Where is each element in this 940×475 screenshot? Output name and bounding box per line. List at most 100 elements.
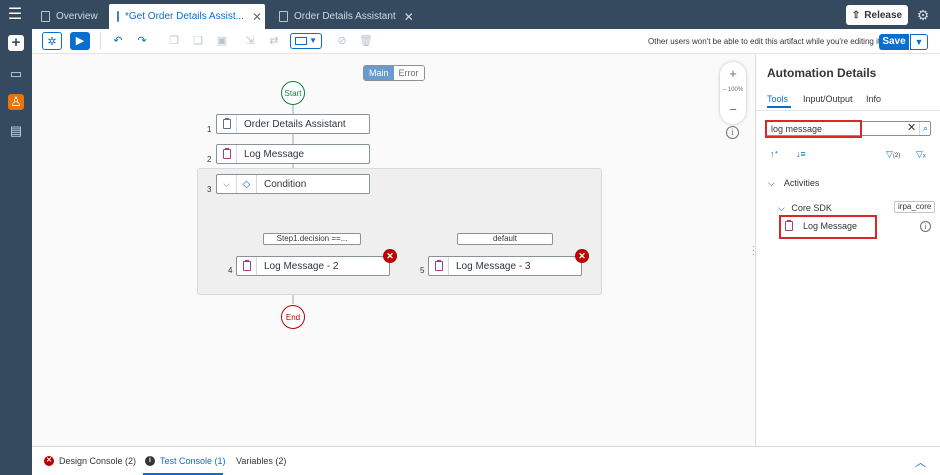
tab-design-console[interactable]: ✕ Design Console (2) — [44, 456, 136, 466]
save-options-button[interactable]: ▼ — [910, 34, 928, 50]
shell-bar: ☰ Overview *Get Order Details Assist... … — [0, 0, 940, 29]
step-number: 3 — [207, 185, 212, 194]
info-icon: i — [145, 456, 155, 466]
step-log-message-2[interactable]: Log Message - 2 — [236, 256, 390, 276]
step-condition[interactable]: ⌵ ◇ Condition — [216, 174, 370, 194]
monitor-icon[interactable]: ▭ — [8, 66, 24, 82]
lock-message: Other users won't be able to edit this a… — [648, 37, 883, 46]
move-icon[interactable]: ⇲ — [240, 32, 260, 50]
tab-label: Test Console (1) — [160, 456, 226, 466]
step-number: 4 — [228, 266, 233, 275]
error-icon[interactable]: ✕ — [383, 249, 397, 263]
step-label: Log Message - 3 — [456, 260, 531, 272]
debug-button[interactable]: ✲ — [42, 32, 62, 50]
tab-test-console[interactable]: i Test Console (1) — [145, 456, 226, 466]
panel-title: Automation Details — [767, 66, 877, 80]
tab-get-order-details[interactable]: *Get Order Details Assist... ✕ — [109, 4, 265, 29]
swap-icon[interactable]: ⇄ — [264, 32, 284, 50]
section-label: Activities — [783, 178, 820, 188]
redo-icon[interactable]: ↷ — [132, 32, 152, 50]
layout-icon — [295, 37, 307, 45]
copy-icon[interactable]: ❐ — [164, 32, 184, 50]
chevron-down-icon: ▼ — [914, 37, 924, 47]
filter-count: (2) — [892, 153, 901, 159]
console-bar: ✕ Design Console (2) i Test Console (1) … — [32, 446, 940, 475]
close-icon[interactable]: ✕ — [404, 10, 414, 24]
highlight-box — [765, 120, 862, 138]
package-tag: irpa_core — [894, 201, 936, 213]
start-node[interactable]: Start — [281, 81, 305, 105]
automation-icon — [117, 11, 119, 22]
add-icon[interactable]: + — [8, 35, 24, 51]
step-log-message[interactable]: Log Message — [216, 144, 370, 164]
active-tab-indicator — [767, 106, 791, 108]
step-label: Order Details Assistant — [244, 118, 346, 130]
tab-label: Variables (2) — [236, 456, 287, 466]
clipboard-icon — [237, 257, 257, 275]
tab-variables[interactable]: Variables (2) — [236, 456, 286, 466]
filter-icon[interactable]: ▽(2) — [886, 149, 900, 160]
upload-icon: ⇧ — [851, 9, 861, 21]
duplicate-icon[interactable]: ❏ — [188, 32, 208, 50]
delete-icon[interactable]: 🗑 — [356, 32, 376, 50]
clipboard-icon[interactable]: ▤ — [8, 123, 24, 139]
test-run-button[interactable]: ▶ — [70, 32, 90, 50]
toolbar-divider — [100, 33, 101, 49]
tab-order-details-assistant-label: Order Details Assistant — [294, 11, 396, 22]
branch-default-label[interactable]: default — [457, 233, 553, 245]
clear-icon[interactable]: ✕ — [907, 122, 916, 135]
editor-toolbar: ✲ ▶ ↶ ↷ ❐ ❏ ▣ ⇲ ⇄ ▼ ⊘ 🗑 Other users won'… — [32, 29, 940, 54]
tabs-divider — [756, 110, 940, 111]
workflow-canvas[interactable]: Main Error + – 100% − i Start 1 Order De… — [32, 54, 754, 446]
tab-input-output[interactable]: Input/Output — [803, 94, 853, 104]
automation-details-panel: Automation Details Tools Input/Output In… — [755, 54, 940, 446]
save-button[interactable]: Save — [879, 34, 909, 50]
gear-icon[interactable]: ⚙ — [914, 6, 932, 24]
chevron-up-icon[interactable]: ︿ — [915, 454, 926, 470]
tab-order-details-assistant[interactable]: Order Details Assistant ✕ — [271, 4, 422, 29]
tab-label: Design Console (2) — [59, 456, 137, 466]
error-icon[interactable]: ✕ — [575, 249, 589, 263]
step-number: 1 — [207, 125, 212, 134]
automation-icon[interactable]: ♙ — [8, 94, 24, 110]
menu-icon[interactable]: ☰ — [6, 6, 24, 24]
document-icon — [279, 11, 288, 22]
release-button[interactable]: ⇧ Release — [846, 5, 908, 25]
search-icon[interactable]: ⌕ — [919, 122, 931, 135]
tab-get-order-details-label: *Get Order Details Assist... — [125, 11, 244, 22]
chevron-down-icon: ▼ — [309, 36, 317, 45]
tab-info[interactable]: Info — [866, 94, 881, 104]
chevron-down-icon: ⌵ — [768, 178, 775, 188]
chevron-down-icon[interactable]: ⌵ — [217, 175, 237, 193]
condition-icon: ◇ — [237, 175, 257, 193]
sort-descending-icon[interactable]: ↓≡ — [796, 149, 806, 159]
close-icon[interactable]: ✕ — [252, 10, 262, 24]
tab-overview[interactable]: Overview — [33, 4, 106, 29]
core-sdk-section[interactable]: ⌵ Core SDK — [778, 203, 832, 214]
clipboard-icon — [217, 115, 237, 133]
hide-icon[interactable]: ⊘ — [332, 32, 352, 50]
paste-icon[interactable]: ▣ — [212, 32, 232, 50]
activities-section[interactable]: ⌵ Activities — [768, 178, 819, 189]
tab-overview-label: Overview — [56, 11, 98, 22]
info-icon[interactable]: i — [920, 221, 931, 232]
view-mode-dropdown[interactable]: ▼ — [290, 33, 322, 49]
highlight-box — [779, 215, 877, 239]
subsection-label: Core SDK — [791, 203, 832, 213]
step-label: Log Message — [244, 148, 305, 160]
branch-condition-label[interactable]: Step1.decision ==... — [263, 233, 361, 245]
sort-ascending-icon[interactable]: ↑ᐩ — [770, 149, 778, 160]
step-log-message-3[interactable]: Log Message - 3 — [428, 256, 582, 276]
step-label: Log Message - 2 — [264, 260, 339, 272]
step-order-details-assistant[interactable]: Order Details Assistant — [216, 114, 370, 134]
tab-tools[interactable]: Tools — [767, 94, 788, 104]
chevron-down-icon: ⌵ — [778, 203, 785, 213]
document-icon — [41, 11, 50, 22]
step-number: 2 — [207, 155, 212, 164]
undo-icon[interactable]: ↶ — [108, 32, 128, 50]
clear-filter-icon[interactable]: ▽ₓ — [916, 149, 926, 160]
end-node[interactable]: End — [281, 305, 305, 329]
clipboard-icon — [217, 145, 237, 163]
release-label: Release — [864, 9, 903, 21]
step-number: 5 — [420, 266, 425, 275]
